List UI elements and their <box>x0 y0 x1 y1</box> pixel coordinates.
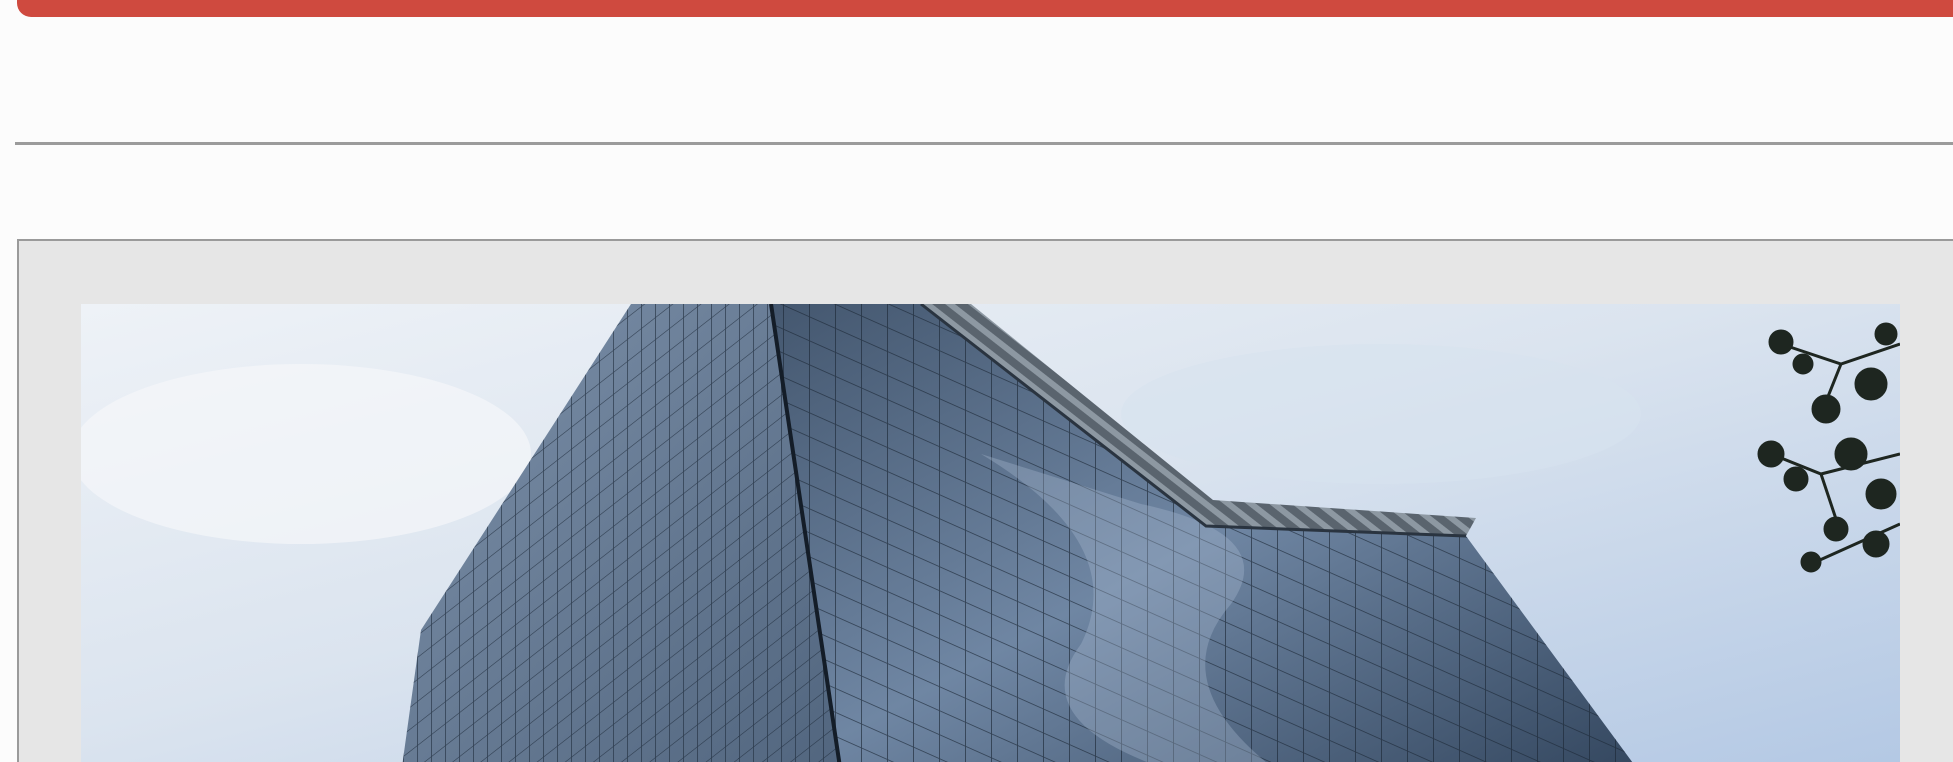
accent-header-bar <box>17 0 1953 17</box>
section-divider <box>15 142 1953 145</box>
page <box>0 0 1953 762</box>
cloud <box>1121 344 1641 484</box>
skyscraper-image <box>81 304 1900 762</box>
building-photo <box>81 304 1900 762</box>
cloud <box>81 364 531 544</box>
